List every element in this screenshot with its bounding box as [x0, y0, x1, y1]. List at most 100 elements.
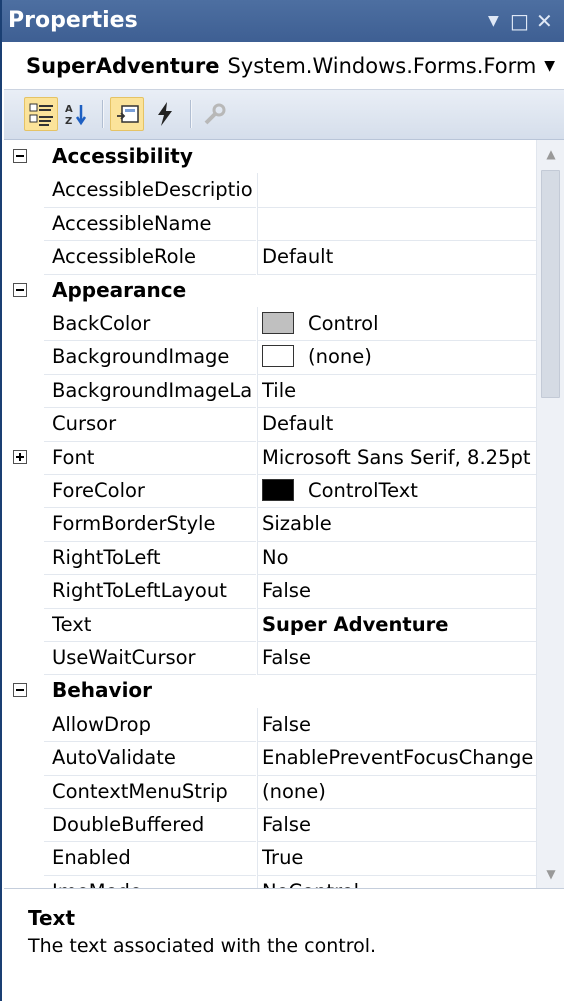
title-bar[interactable]: Properties ▼ □ ✕: [2, 0, 564, 42]
property-name: BackgroundImageLa: [52, 378, 252, 402]
property-row[interactable]: RightToLeft No: [4, 540, 536, 576]
property-value[interactable]: False: [262, 641, 536, 674]
property-row[interactable]: AllowDrop False: [4, 707, 536, 743]
property-value[interactable]: Default: [262, 407, 536, 440]
object-selector[interactable]: SuperAdventure System.Windows.Forms.Form …: [4, 42, 564, 90]
events-button[interactable]: [148, 97, 182, 131]
category-name: Appearance: [52, 277, 187, 302]
property-row[interactable]: Text Super Adventure: [4, 607, 536, 642]
chevron-down-icon[interactable]: ▼: [544, 42, 555, 89]
expand-icon[interactable]: [13, 449, 27, 464]
property-value[interactable]: Default: [262, 240, 536, 273]
property-row[interactable]: BackgroundImageLa Tile: [4, 373, 536, 409]
collapse-icon[interactable]: [13, 683, 27, 698]
property-value[interactable]: ControlText: [262, 474, 536, 507]
property-value-cell[interactable]: [257, 206, 536, 242]
object-name: SuperAdventure: [26, 54, 220, 78]
wrench-icon: [204, 103, 226, 125]
property-value-text: Default: [262, 412, 334, 436]
color-swatch: [262, 312, 294, 334]
property-value-text: Sizable: [262, 512, 332, 536]
category-row[interactable]: Accessibility: [4, 140, 536, 173]
property-row[interactable]: AccessibleName: [4, 206, 536, 242]
property-value[interactable]: (none): [262, 775, 536, 808]
property-name: AccessibleRole: [52, 245, 196, 269]
toolbar-separator: [190, 100, 192, 128]
category-row[interactable]: Behavior: [4, 674, 536, 707]
property-value[interactable]: NoControl: [262, 875, 536, 888]
property-name: BackColor: [52, 312, 151, 335]
property-name: AutoValidate: [52, 746, 176, 770]
property-row[interactable]: ImeMode NoControl: [4, 874, 536, 888]
properties-button[interactable]: [110, 97, 144, 131]
property-row[interactable]: Font Microsoft Sans Serif, 8.25pt: [4, 440, 536, 475]
property-value[interactable]: EnablePreventFocusChange: [262, 741, 536, 774]
property-row[interactable]: FormBorderStyle Sizable: [4, 507, 536, 542]
property-row[interactable]: BackgroundImage (none): [4, 340, 536, 375]
property-row[interactable]: UseWaitCursor False: [4, 641, 536, 676]
property-value-text: ControlText: [308, 479, 418, 502]
property-name: DoubleBuffered: [52, 813, 205, 836]
close-icon[interactable]: ✕: [536, 0, 553, 42]
property-value-text: Control: [308, 312, 379, 335]
property-value-cell[interactable]: [257, 173, 536, 208]
vertical-scrollbar[interactable]: ▲ ▼: [536, 140, 564, 888]
property-value-text: False: [262, 813, 311, 836]
scroll-thumb[interactable]: [541, 170, 560, 398]
property-name: FormBorderStyle: [52, 512, 216, 536]
property-name: ImeMode: [52, 875, 252, 888]
category-row[interactable]: Appearance: [4, 274, 536, 307]
property-value-text: Super Adventure: [262, 612, 449, 636]
property-value[interactable]: Microsoft Sans Serif, 8.25pt: [262, 441, 536, 474]
properties-window: Properties ▼ □ ✕ SuperAdventure System.Wi…: [0, 0, 564, 1001]
alphabetical-icon: A Z: [65, 104, 87, 127]
property-value-text: No: [262, 545, 289, 569]
property-value[interactable]: No: [262, 541, 536, 574]
property-name: BackgroundImage: [52, 345, 230, 369]
property-row[interactable]: BackColor Control: [4, 307, 536, 342]
collapse-icon[interactable]: [13, 149, 27, 163]
svg-text:A: A: [65, 104, 73, 115]
property-row[interactable]: RightToLeftLayout False: [4, 574, 536, 609]
maximize-icon[interactable]: □: [510, 0, 529, 42]
property-row[interactable]: AccessibleDescriptio: [4, 173, 536, 208]
description-text: The text associated with the control.: [28, 935, 377, 957]
property-row[interactable]: ForeColor ControlText: [4, 474, 536, 509]
toolbar-separator: [102, 100, 104, 128]
property-value[interactable]: False: [262, 808, 536, 841]
property-value[interactable]: Sizable: [262, 507, 536, 540]
scroll-up-icon[interactable]: ▲: [537, 140, 564, 168]
description-pane: Text The text associated with the contro…: [4, 888, 564, 1001]
property-value[interactable]: Tile: [262, 374, 536, 407]
property-value[interactable]: Control: [262, 307, 536, 340]
property-row[interactable]: ContextMenuStrip (none): [4, 774, 536, 809]
property-name: AccessibleName: [52, 211, 212, 235]
categorized-button[interactable]: [24, 97, 58, 131]
property-value-text: False: [262, 646, 311, 669]
property-value[interactable]: (none): [262, 340, 536, 373]
property-value-text: Default: [262, 245, 334, 269]
property-value[interactable]: True: [262, 841, 536, 874]
property-value-text: (none): [308, 345, 372, 369]
property-row[interactable]: Cursor Default: [4, 407, 536, 442]
property-value-text: NoControl: [262, 880, 359, 888]
property-name: Enabled: [52, 846, 131, 870]
alphabetical-button[interactable]: A Z: [60, 97, 94, 131]
property-name: Cursor: [52, 412, 117, 436]
property-name: RightToLeftLayout: [52, 579, 227, 603]
property-row[interactable]: AccessibleRole Default: [4, 240, 536, 275]
property-value[interactable]: Super Adventure: [262, 608, 536, 641]
property-value[interactable]: False: [262, 708, 536, 741]
property-value-text: False: [262, 579, 311, 603]
property-value[interactable]: False: [262, 574, 536, 607]
property-grid: Accessibility AccessibleDescriptio Accessi…: [4, 140, 536, 888]
collapse-icon[interactable]: [13, 282, 27, 297]
property-row[interactable]: AutoValidate EnablePreventFocusChange: [4, 741, 536, 776]
property-pages-button[interactable]: [198, 97, 232, 131]
events-icon: [158, 102, 172, 126]
color-swatch: [262, 345, 294, 368]
window-position-icon[interactable]: ▼: [488, 0, 499, 42]
scroll-down-icon[interactable]: ▼: [537, 860, 564, 888]
property-row[interactable]: Enabled True: [4, 841, 536, 876]
property-row[interactable]: DoubleBuffered False: [4, 808, 536, 843]
